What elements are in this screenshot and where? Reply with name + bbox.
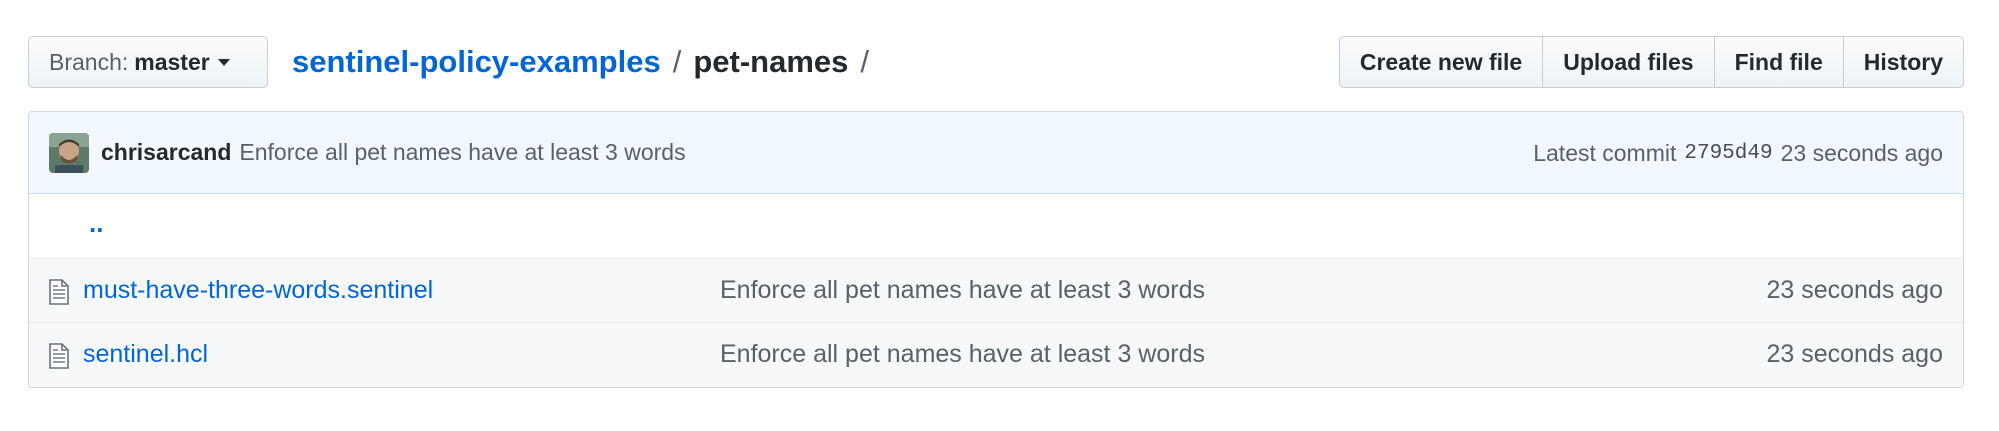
commit-age: 23 seconds ago xyxy=(1780,139,1943,166)
upload-files-button[interactable]: Upload files xyxy=(1542,36,1715,88)
file-age: 23 seconds ago xyxy=(1766,340,1943,368)
create-new-file-button[interactable]: Create new file xyxy=(1338,36,1544,88)
file-name-link[interactable]: must-have-three-words.sentinel xyxy=(83,276,433,305)
branch-name: master xyxy=(134,48,210,75)
branch-select-button[interactable]: Branch: master xyxy=(28,36,268,88)
breadcrumb: sentinel-policy-examples / pet-names / xyxy=(292,40,881,84)
latest-commit-info: Latest commit 2795d49 23 seconds ago xyxy=(1533,112,1943,194)
file-text-icon xyxy=(49,343,69,369)
file-list: chrisarcand Enforce all pet names have a… xyxy=(28,111,1964,388)
file-age: 23 seconds ago xyxy=(1766,276,1943,304)
history-button[interactable]: History xyxy=(1842,36,1964,88)
file-row: must-have-three-words.sentinel Enforce a… xyxy=(29,258,1963,322)
latest-commit-label: Latest commit xyxy=(1533,139,1677,166)
file-text-icon xyxy=(49,279,69,305)
parent-directory-row: .. xyxy=(29,194,1963,258)
file-row: sentinel.hcl Enforce all pet names have … xyxy=(29,322,1963,386)
file-name-link[interactable]: sentinel.hcl xyxy=(83,340,208,369)
breadcrumb-repo-link[interactable]: sentinel-policy-examples xyxy=(292,44,661,80)
file-commit-message-link[interactable]: Enforce all pet names have at least 3 wo… xyxy=(720,276,1205,305)
find-file-button[interactable]: Find file xyxy=(1713,36,1844,88)
commit-sha-link[interactable]: 2795d49 xyxy=(1684,142,1772,165)
commit-author-link[interactable]: chrisarcand xyxy=(101,139,231,166)
parent-directory-link[interactable]: .. xyxy=(89,208,103,239)
repo-file-browser: Branch: master sentinel-policy-examples … xyxy=(0,0,1999,431)
caret-down-icon xyxy=(217,58,230,66)
file-navigation: Branch: master sentinel-policy-examples … xyxy=(28,36,1964,92)
latest-commit-bar: chrisarcand Enforce all pet names have a… xyxy=(29,112,1963,194)
commit-message-link[interactable]: Enforce all pet names have at least 3 wo… xyxy=(239,139,685,166)
breadcrumb-current-folder: pet-names xyxy=(693,44,849,79)
file-commit-message-link[interactable]: Enforce all pet names have at least 3 wo… xyxy=(720,340,1205,369)
breadcrumb-separator: / xyxy=(672,44,682,79)
avatar[interactable] xyxy=(49,132,89,173)
branch-prefix-label: Branch: xyxy=(49,48,129,75)
file-actions-group: Create new file Upload files Find file H… xyxy=(1338,36,1964,88)
breadcrumb-trailing-separator: / xyxy=(860,44,869,79)
